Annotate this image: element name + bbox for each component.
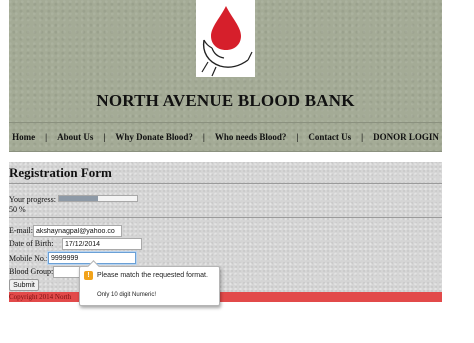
divider — [9, 183, 442, 184]
nav-separator: | — [361, 132, 364, 142]
main-nav: Home | About Us | Why Donate Blood? | Who need… — [9, 132, 442, 142]
site-title: NORTH AVENUE BLOOD BANK — [96, 91, 355, 110]
email-field[interactable] — [33, 225, 122, 237]
header: NORTH AVENUE BLOOD BANK Home | About Us | Wh… — [9, 0, 442, 152]
email-label: E-mail: — [9, 226, 33, 235]
nav-separator: | — [45, 132, 48, 142]
nav-donor-login[interactable]: DONOR LOGIN — [373, 132, 439, 142]
divider — [9, 217, 442, 218]
validation-message: Please match the requested format. — [97, 272, 208, 279]
progress-fill — [59, 196, 98, 201]
form-title: Registration Form — [9, 165, 112, 180]
logo — [196, 0, 255, 77]
validation-tooltip: ! Please match the requested format. Onl… — [79, 260, 220, 306]
dob-label: Date of Birth: — [9, 239, 54, 248]
validation-detail: Only 10 digit Numeric! — [97, 292, 157, 298]
progress-percent: 50 % — [9, 205, 26, 214]
nav-contact-us[interactable]: Contact Us — [308, 132, 351, 142]
warning-icon: ! — [84, 271, 93, 280]
nav-divider-bottom — [9, 151, 442, 152]
mobile-label: Mobile No.: — [9, 254, 49, 263]
nav-separator: | — [103, 132, 106, 142]
nav-separator: | — [296, 132, 299, 142]
nav-who-needs[interactable]: Who needs Blood? — [215, 132, 287, 142]
copyright-text: Copyright 2014 North — [9, 293, 72, 301]
footer: Copyright 2014 North — [9, 292, 442, 302]
nav-divider-top — [9, 122, 442, 123]
nav-separator: | — [202, 132, 205, 142]
nav-why-donate[interactable]: Why Donate Blood? — [115, 132, 193, 142]
progress-bar — [58, 195, 138, 202]
registration-section: Registration Form Your progress: 50 % E-… — [9, 162, 442, 292]
submit-button[interactable]: Submit — [9, 279, 39, 291]
nav-home[interactable]: Home — [12, 132, 35, 142]
dob-field[interactable] — [62, 238, 142, 250]
nav-about-us[interactable]: About Us — [57, 132, 93, 142]
progress-label: Your progress: — [9, 195, 56, 204]
blood-group-label: Blood Group: — [9, 267, 54, 276]
page: NORTH AVENUE BLOOD BANK Home | About Us | Wh… — [9, 0, 442, 343]
blood-drop-hand-icon — [201, 6, 253, 77]
